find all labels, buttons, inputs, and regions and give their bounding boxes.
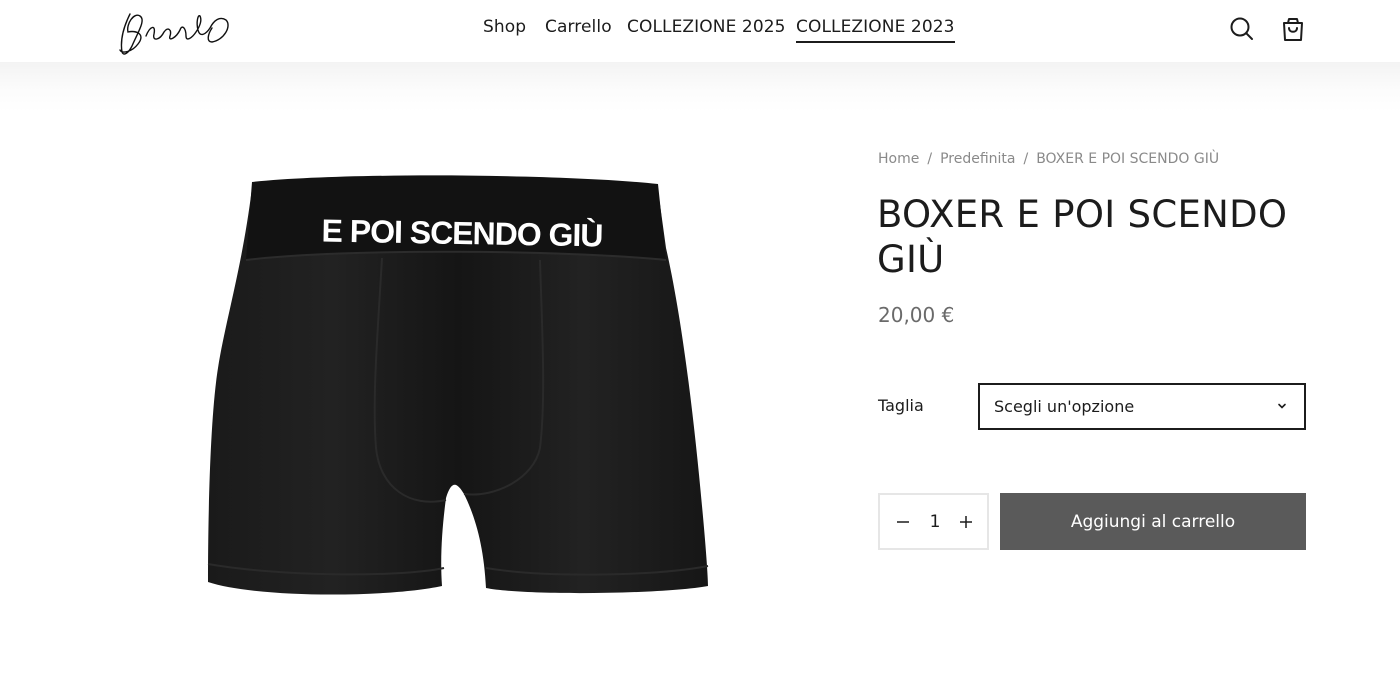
quantity-input[interactable]: 1 <box>920 512 950 532</box>
breadcrumb-category[interactable]: Predefinita <box>940 151 1015 167</box>
nav-collezione-2023[interactable]: COLLEZIONE 2023 <box>796 17 955 43</box>
product-title: BOXER E POI SCENDO GIÙ <box>877 192 1307 282</box>
breadcrumb: Home / Predefinita / BOXER E POI SCENDO GIÙ <box>878 151 1219 167</box>
quantity-stepper: 1 <box>878 493 989 550</box>
nav-collezione-2025[interactable]: COLLEZIONE 2025 <box>627 17 786 37</box>
plus-icon[interactable] <box>957 513 975 531</box>
brand-logo[interactable] <box>116 6 234 58</box>
breadcrumb-current: BOXER E POI SCENDO GIÙ <box>1036 151 1220 167</box>
breadcrumb-separator: / <box>1023 151 1029 167</box>
size-select[interactable]: Scegli un'opzione <box>978 383 1306 430</box>
minus-icon[interactable] <box>894 513 912 531</box>
chevron-down-icon <box>1278 403 1286 409</box>
search-icon[interactable] <box>1228 15 1256 43</box>
product-price: 20,00 € <box>878 303 955 327</box>
breadcrumb-home[interactable]: Home <box>878 151 919 167</box>
add-to-cart-button[interactable]: Aggiungi al carrello <box>1000 493 1306 550</box>
product-title-line1: BOXER E POI SCENDO <box>877 193 1288 236</box>
nav-carrello[interactable]: Carrello <box>545 17 612 37</box>
nav-shop[interactable]: Shop <box>483 17 526 37</box>
size-label: Taglia <box>878 396 924 415</box>
header-shadow <box>0 62 1400 112</box>
product-image[interactable]: E POI SCENDO GIÙ <box>196 168 716 600</box>
cart-icon[interactable] <box>1279 15 1307 43</box>
product-title-line2: GIÙ <box>877 238 945 281</box>
site-header: Shop Carrello COLLEZIONE 2025 COLLEZIONE… <box>0 0 1400 62</box>
size-select-value: Scegli un'opzione <box>994 397 1135 416</box>
breadcrumb-separator: / <box>927 151 933 167</box>
